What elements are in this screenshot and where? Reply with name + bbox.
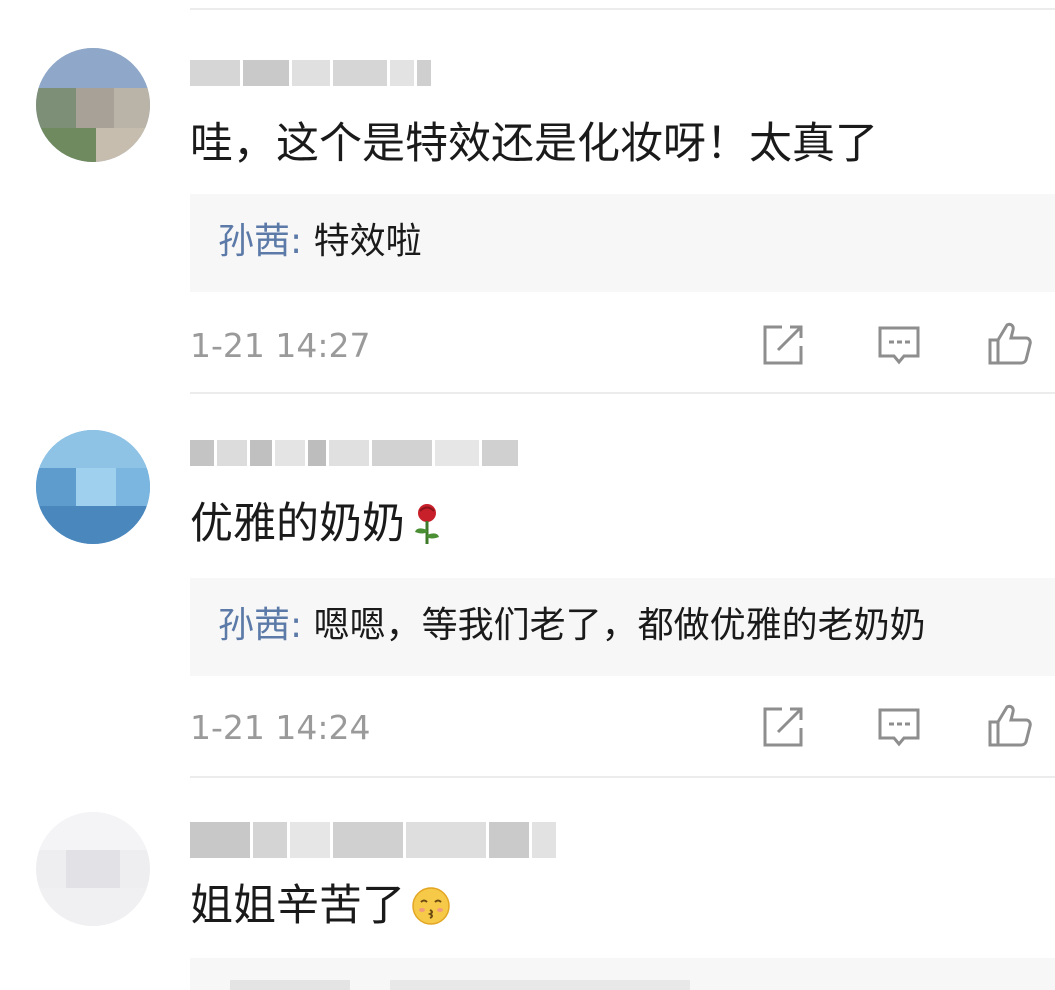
share-icon[interactable]: [760, 704, 806, 750]
divider: [190, 8, 1055, 10]
reply-line: 孙茜: 嗯嗯，等我们老了，都做优雅的老奶奶: [218, 602, 926, 650]
comment-text: 姐姐辛苦了: [190, 880, 451, 932]
reply-colon: :: [290, 221, 303, 262]
divider: [190, 776, 1055, 778]
reply-colon: :: [290, 605, 303, 646]
avatar[interactable]: [36, 430, 150, 544]
share-icon[interactable]: [760, 322, 806, 368]
reply-author[interactable]: 孙茜: [218, 605, 290, 646]
avatar[interactable]: [36, 812, 150, 926]
avatar[interactable]: [36, 48, 150, 162]
timestamp: 1-21 14:27: [190, 326, 371, 365]
timestamp: 1-21 14:24: [190, 708, 371, 747]
username-blurred[interactable]: [190, 60, 431, 86]
comment-icon[interactable]: [876, 322, 922, 368]
kissing-face-emoji: [412, 887, 450, 925]
like-icon[interactable]: [986, 702, 1032, 748]
divider: [190, 392, 1055, 394]
comment-feed: 哇，这个是特效还是化妆呀！太真了 孙茜: 特效啦 1-21 14:27 优雅的奶…: [0, 0, 1055, 990]
reply-author[interactable]: 孙茜: [218, 221, 290, 262]
username-blurred[interactable]: [190, 440, 518, 466]
reply-box[interactable]: [190, 958, 1055, 990]
comment-text: 哇，这个是特效还是化妆呀！太真了: [190, 119, 878, 169]
like-icon[interactable]: [986, 320, 1032, 366]
comment-icon[interactable]: [876, 704, 922, 750]
username-blurred[interactable]: [190, 822, 556, 858]
comment-text: 优雅的奶奶: [190, 498, 443, 550]
reply-text: 嗯嗯，等我们老了，都做优雅的老奶奶: [302, 605, 926, 646]
rose-emoji: [415, 504, 439, 544]
reply-box[interactable]: 孙茜: 嗯嗯，等我们老了，都做优雅的老奶奶: [190, 578, 1055, 676]
reply-line: 孙茜: 特效啦: [218, 218, 422, 266]
reply-text: 特效啦: [302, 221, 422, 262]
reply-box[interactable]: 孙茜: 特效啦: [190, 194, 1055, 292]
